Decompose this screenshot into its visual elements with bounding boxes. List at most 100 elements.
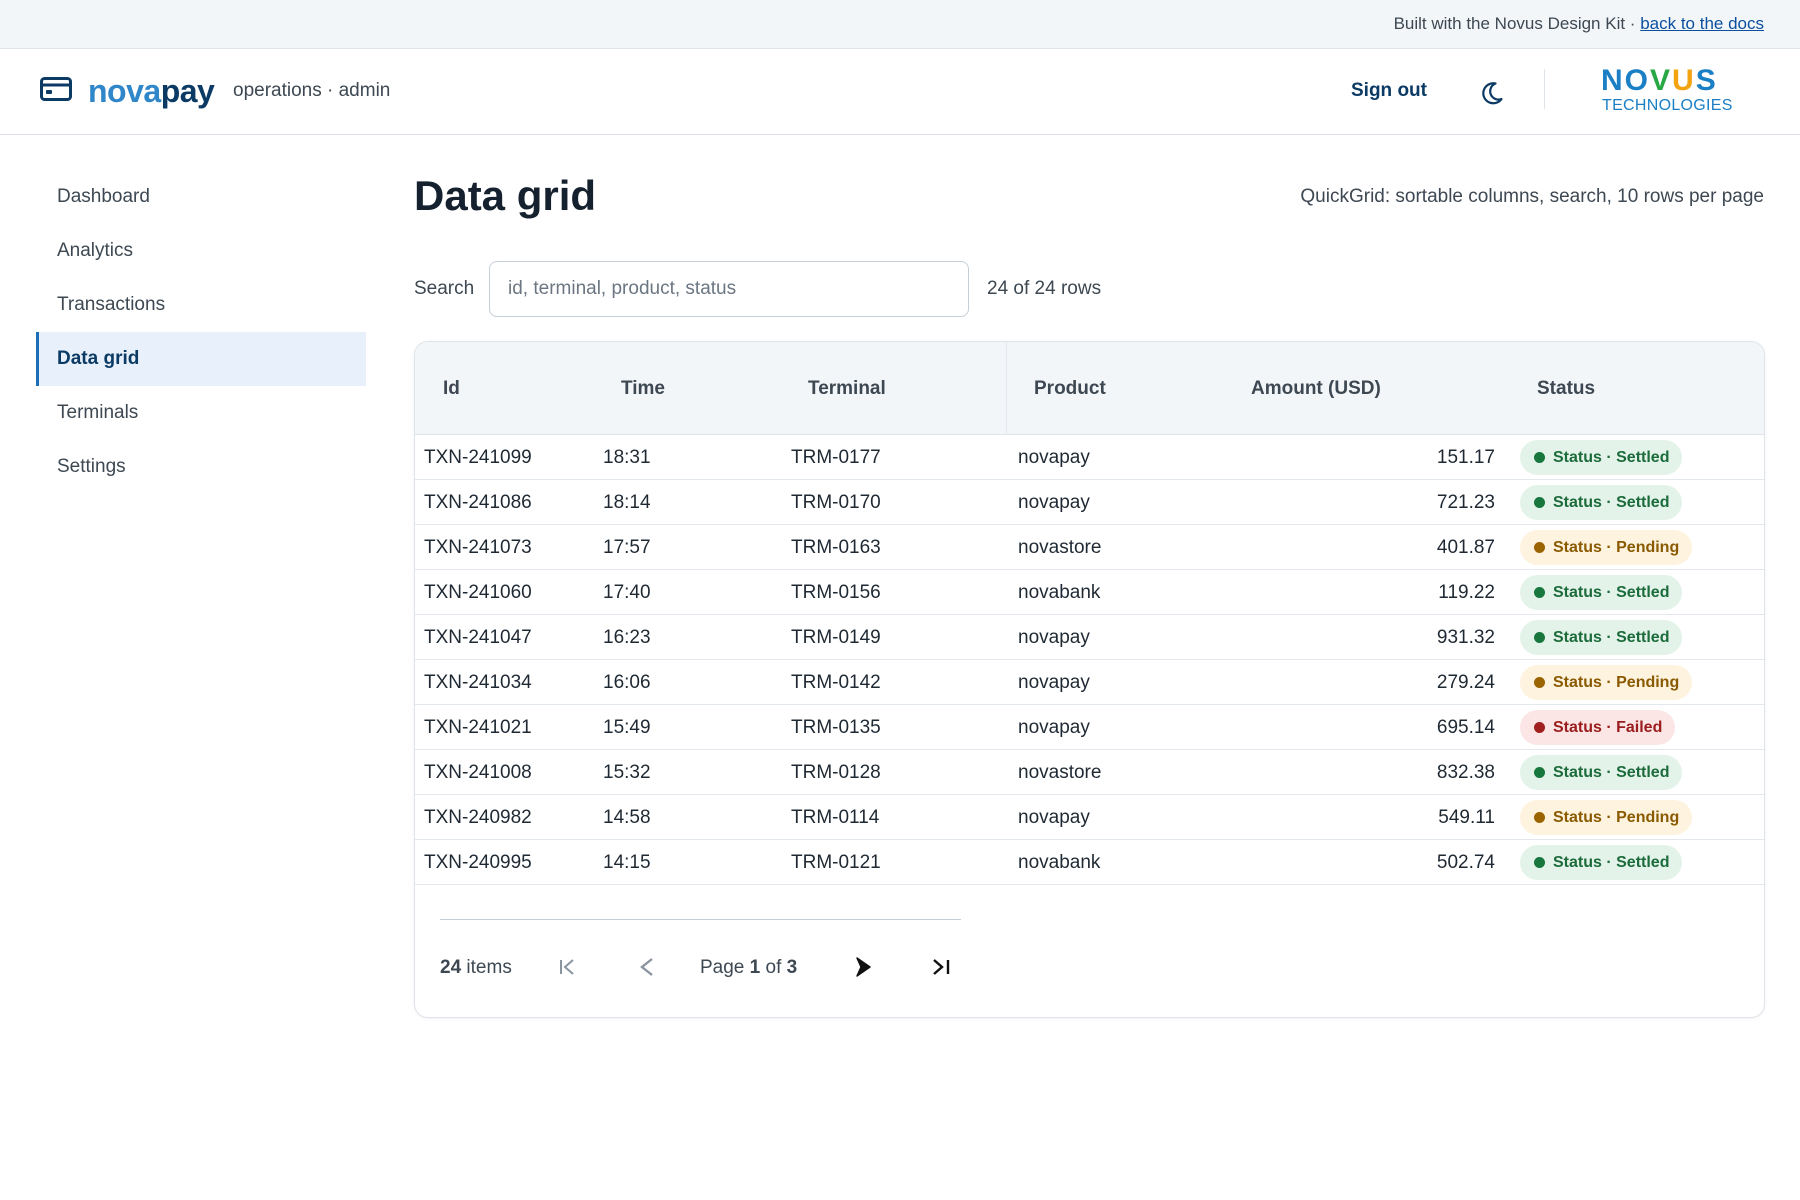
column-header-terminal[interactable]: Terminal: [808, 342, 886, 435]
cell-product: novastore: [1018, 762, 1102, 783]
status-label: Status · Settled: [1553, 494, 1670, 511]
status-dot-icon: [1534, 587, 1545, 598]
cell-time: 14:58: [603, 807, 651, 828]
status-dot-icon: [1534, 722, 1545, 733]
next-page-icon[interactable]: [847, 951, 879, 983]
cell-amount: 151.17: [1436, 447, 1495, 468]
status-label: Status · Pending: [1553, 539, 1680, 556]
brand-logo[interactable]: novapay: [88, 73, 215, 110]
status-label: Status · Pending: [1553, 674, 1680, 691]
cell-terminal: TRM-0149: [791, 627, 881, 648]
banner-note: Built with the Novus Design Kit · back t…: [1394, 14, 1764, 34]
sign-out-button[interactable]: Sign out: [1351, 80, 1427, 102]
banner-text: Built with the Novus Design Kit ·: [1393, 14, 1641, 33]
column-header-product[interactable]: Product: [1034, 342, 1106, 435]
cell-amount: 279.24: [1436, 672, 1495, 693]
cell-amount: 119.22: [1438, 582, 1495, 603]
column-header-time[interactable]: Time: [621, 342, 665, 435]
cell-amount: 721.23: [1436, 492, 1495, 513]
cell-id: TXN-240995: [424, 852, 532, 873]
table-row[interactable]: TXN-241060 17:40 TRM-0156 novabank 119.22 Sta…: [415, 570, 1764, 615]
page-prefix: Page: [700, 957, 750, 978]
table-row[interactable]: TXN-241047 16:23 TRM-0149 novapay 931.32 Stat…: [415, 615, 1764, 660]
column-separator[interactable]: [1006, 342, 1007, 435]
cell-id: TXN-241034: [424, 672, 532, 693]
table-row[interactable]: TXN-241073 17:57 TRM-0163 novastore 401.87 St…: [415, 525, 1764, 570]
status-dot-icon: [1534, 812, 1545, 823]
status-badge: Status · Settled: [1520, 845, 1683, 880]
cell-product: novabank: [1018, 852, 1101, 873]
table-row[interactable]: TXN-241021 15:49 TRM-0135 novapay 695.14 Stat…: [415, 705, 1764, 750]
sidebar-item-terminals[interactable]: Terminals: [36, 386, 366, 440]
cell-product: novabank: [1018, 582, 1101, 603]
column-header-id[interactable]: Id: [443, 342, 460, 435]
cell-terminal: TRM-0121: [791, 852, 881, 873]
column-header-amount[interactable]: Amount (USD): [1251, 342, 1381, 435]
items-count: 24 items: [440, 957, 512, 979]
total-pages: 3: [786, 957, 798, 978]
sidebar-item-data-grid[interactable]: Data grid: [36, 332, 366, 386]
moon-icon[interactable]: [1478, 79, 1506, 107]
cell-amount: 931.32: [1436, 627, 1495, 648]
table-row[interactable]: TXN-241099 18:31 TRM-0177 novapay 151.17 Stat…: [415, 435, 1764, 480]
company-subtitle: TECHNOLOGIES: [1602, 97, 1733, 114]
current-page: 1: [749, 957, 761, 978]
company-name: NOVUS: [1601, 64, 1718, 97]
search-label: Search: [414, 278, 475, 299]
sidebar-item-analytics[interactable]: Analytics: [36, 224, 366, 278]
back-to-docs-link[interactable]: back to the docs: [1640, 14, 1764, 33]
sidebar-item-transactions[interactable]: Transactions: [36, 278, 366, 332]
first-page-icon[interactable]: [552, 951, 584, 983]
cell-time: 18:14: [603, 492, 651, 513]
company-logo: NOVUS TECHNOLOGIES: [1601, 64, 1733, 115]
grid-header: Id Time Terminal Product Amount (USD) St…: [415, 342, 1764, 435]
status-label: Status · Settled: [1553, 629, 1670, 646]
status-label: Status · Settled: [1553, 764, 1670, 781]
status-label: Status · Settled: [1553, 449, 1670, 466]
sidebar-item-dashboard[interactable]: Dashboard: [36, 170, 366, 224]
table-row[interactable]: TXN-241086 18:14 TRM-0170 novapay 721.23 Stat…: [415, 480, 1764, 525]
cell-id: TXN-241073: [424, 537, 532, 558]
page-title: Data grid: [414, 172, 597, 219]
status-badge: Status · Failed: [1520, 710, 1676, 745]
cell-time: 16:06: [603, 672, 651, 693]
data-grid: Id Time Terminal Product Amount (USD) St…: [414, 341, 1765, 1018]
column-header-status[interactable]: Status: [1537, 342, 1595, 435]
company-letter: O: [1624, 64, 1651, 97]
cell-product: novapay: [1018, 447, 1090, 468]
table-row[interactable]: TXN-240982 14:58 TRM-0114 novapay 549.11 Stat…: [415, 795, 1764, 840]
cell-terminal: TRM-0170: [791, 492, 881, 513]
status-label: Status · Settled: [1553, 854, 1670, 871]
cell-product: novastore: [1018, 537, 1102, 558]
header-subtitle: operations · admin: [233, 80, 391, 101]
status-badge: Status · Pending: [1520, 800, 1693, 835]
cell-product: novapay: [1018, 717, 1090, 738]
status-dot-icon: [1534, 542, 1545, 553]
cell-terminal: TRM-0142: [791, 672, 881, 693]
status-badge: Status · Settled: [1520, 485, 1683, 520]
table-row[interactable]: TXN-241008 15:32 TRM-0128 novastore 832.38 St…: [415, 750, 1764, 795]
table-row[interactable]: TXN-240995 14:15 TRM-0121 novabank 502.74 Sta…: [415, 840, 1764, 885]
page-info: Page 1 of 3: [700, 957, 797, 979]
status-label: Status · Failed: [1553, 719, 1663, 736]
table-row[interactable]: TXN-241034 16:06 TRM-0142 novapay 279.24 Stat…: [415, 660, 1764, 705]
cell-id: TXN-241086: [424, 492, 532, 513]
sidebar-item-settings[interactable]: Settings: [36, 440, 366, 494]
cell-product: novapay: [1018, 807, 1090, 828]
cell-terminal: TRM-0156: [791, 582, 881, 603]
last-page-icon[interactable]: [926, 951, 958, 983]
cell-id: TXN-240982: [424, 807, 532, 828]
status-dot-icon: [1534, 632, 1545, 643]
brand-part2: pay: [160, 73, 215, 109]
cell-terminal: TRM-0128: [791, 762, 881, 783]
search-input[interactable]: [489, 261, 969, 317]
top-banner: Built with the Novus Design Kit · back t…: [0, 0, 1800, 49]
status-badge: Status · Pending: [1520, 665, 1693, 700]
status-dot-icon: [1534, 767, 1545, 778]
company-letter: U: [1672, 64, 1696, 97]
previous-page-icon[interactable]: [631, 951, 663, 983]
status-label: Status · Pending: [1553, 809, 1680, 826]
cell-amount: 502.74: [1436, 852, 1495, 873]
cell-terminal: TRM-0163: [791, 537, 881, 558]
status-label: Status · Settled: [1553, 584, 1670, 601]
